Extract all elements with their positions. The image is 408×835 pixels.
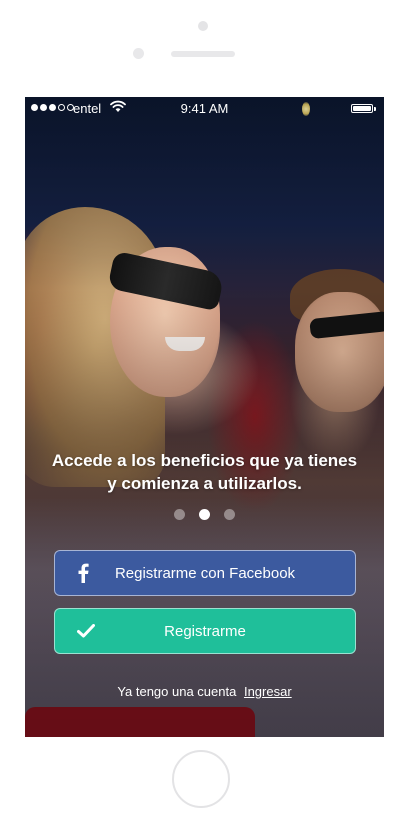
- phone-device: entel 9:41 AM Accede a los beneficios qu…: [0, 0, 408, 835]
- status-time: 9:41 AM: [180, 101, 229, 116]
- register-button[interactable]: Registrarme: [54, 608, 356, 654]
- register-facebook-button[interactable]: Registrarme con Facebook: [54, 550, 356, 596]
- proximity-sensor: [133, 48, 144, 59]
- page-indicator: [25, 509, 384, 520]
- status-bar: entel 9:41 AM: [25, 97, 384, 119]
- home-button[interactable]: [172, 750, 230, 808]
- page-dot-3[interactable]: [224, 509, 235, 520]
- login-row: Ya tengo una cuenta Ingresar: [25, 684, 384, 699]
- page-dot-1[interactable]: [174, 509, 185, 520]
- battery-level: [353, 106, 371, 111]
- battery-tip: [374, 107, 376, 111]
- facebook-icon: [77, 551, 89, 595]
- app-screen: entel 9:41 AM Accede a los beneficios qu…: [25, 97, 384, 737]
- login-prompt: Ya tengo una cuenta: [117, 684, 237, 699]
- checkmark-icon: [77, 609, 95, 653]
- register-label: Registrarme: [164, 622, 246, 640]
- page-dot-2[interactable]: [199, 509, 210, 520]
- front-camera: [198, 21, 208, 31]
- earpiece-speaker: [171, 51, 235, 57]
- login-link[interactable]: Ingresar: [244, 684, 292, 699]
- onboarding-tagline: Accede a los beneficios que ya tienes y …: [51, 451, 358, 493]
- battery-icon: [351, 104, 373, 113]
- register-facebook-label: Registrarme con Facebook: [114, 564, 296, 582]
